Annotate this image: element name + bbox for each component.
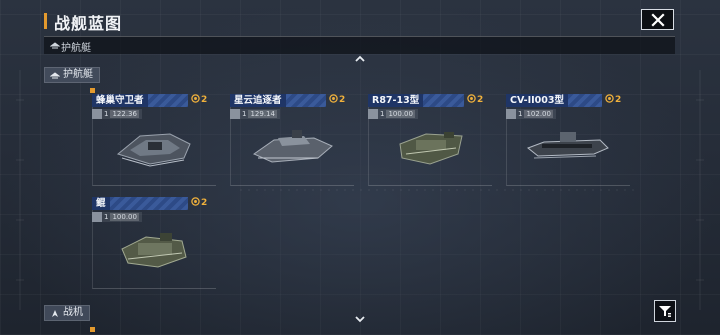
category-filter-bar[interactable]: 护航艇: [44, 36, 675, 54]
chevron-down-icon[interactable]: [354, 315, 366, 323]
blueprint-card[interactable]: 鲲 2 1 100.00: [92, 197, 216, 289]
ship-name: 鲲: [92, 197, 110, 210]
ship-name: CV-II003型: [506, 94, 568, 107]
missile-type-icon: [230, 109, 240, 119]
name-bar: 鲲: [92, 197, 188, 210]
cannon-type-icon: [92, 212, 102, 222]
fighter-class-icon: [52, 310, 58, 317]
section-marker: [90, 327, 95, 332]
blueprint-icon: [467, 94, 476, 103]
name-bar: 星云追逐者: [230, 94, 326, 107]
section-label: 护航艇: [63, 69, 93, 80]
page-title: 战舰蓝图: [54, 14, 123, 33]
ship-model-image: [252, 130, 333, 163]
ship-model-image: [527, 132, 609, 159]
cannon-type-icon: [368, 109, 378, 119]
ship-class-icon: [50, 42, 60, 49]
blueprint-card[interactable]: 星云追逐者 2 1 129.14: [230, 94, 354, 186]
chevron-up-icon[interactable]: [354, 55, 366, 63]
ship-model-image: [116, 133, 191, 167]
carrier-type-icon: [506, 109, 516, 119]
level: 1: [104, 213, 109, 221]
category-label: 护航艇: [61, 43, 91, 54]
blueprint-icon: [191, 94, 200, 103]
blueprint-count: 2: [191, 94, 207, 107]
ship-class-icon: [50, 72, 60, 79]
blueprint-card[interactable]: R87-13型 2 1 100.00: [368, 94, 492, 186]
blueprint-count: 2: [329, 94, 345, 107]
filter-icon: [659, 306, 671, 317]
blueprint-icon: [605, 94, 614, 103]
missile-type-icon: [92, 109, 102, 119]
ship-name: 蜂巢守卫者: [92, 94, 148, 107]
level: 1: [518, 110, 523, 118]
close-icon: [650, 12, 665, 27]
name-bar: CV-II003型: [506, 94, 602, 107]
blueprint-icon: [191, 197, 200, 206]
ship-model-image: [121, 233, 187, 268]
blueprint-card[interactable]: 蜂巢守卫者 2 1 122.36: [90, 88, 216, 186]
title-accent-bar: [44, 13, 47, 29]
blueprint-count: 2: [191, 197, 207, 210]
level: 1: [380, 110, 385, 118]
filter-button[interactable]: [654, 300, 676, 322]
name-bar: 蜂巢守卫者: [92, 94, 188, 107]
selected-marker: [90, 88, 95, 93]
ship-name: 星云追逐者: [230, 94, 286, 107]
section-tag-fighter: 战机: [44, 305, 90, 321]
header: 战舰蓝图: [0, 0, 720, 36]
blueprint-count: 2: [467, 94, 483, 107]
close-button[interactable]: [641, 9, 674, 30]
blueprint-card[interactable]: CV-II003型 2 1 102.00: [506, 94, 630, 186]
level: 1: [242, 110, 247, 118]
level: 1: [104, 110, 109, 118]
ship-name: R87-13型: [368, 94, 424, 107]
name-bar: R87-13型: [368, 94, 464, 107]
section-tag-escort: 护航艇: [44, 67, 100, 83]
blueprint-icon: [329, 94, 338, 103]
ship-model-image: [399, 132, 463, 165]
blueprint-count: 2: [605, 94, 621, 107]
section-label: 战机: [63, 307, 83, 318]
